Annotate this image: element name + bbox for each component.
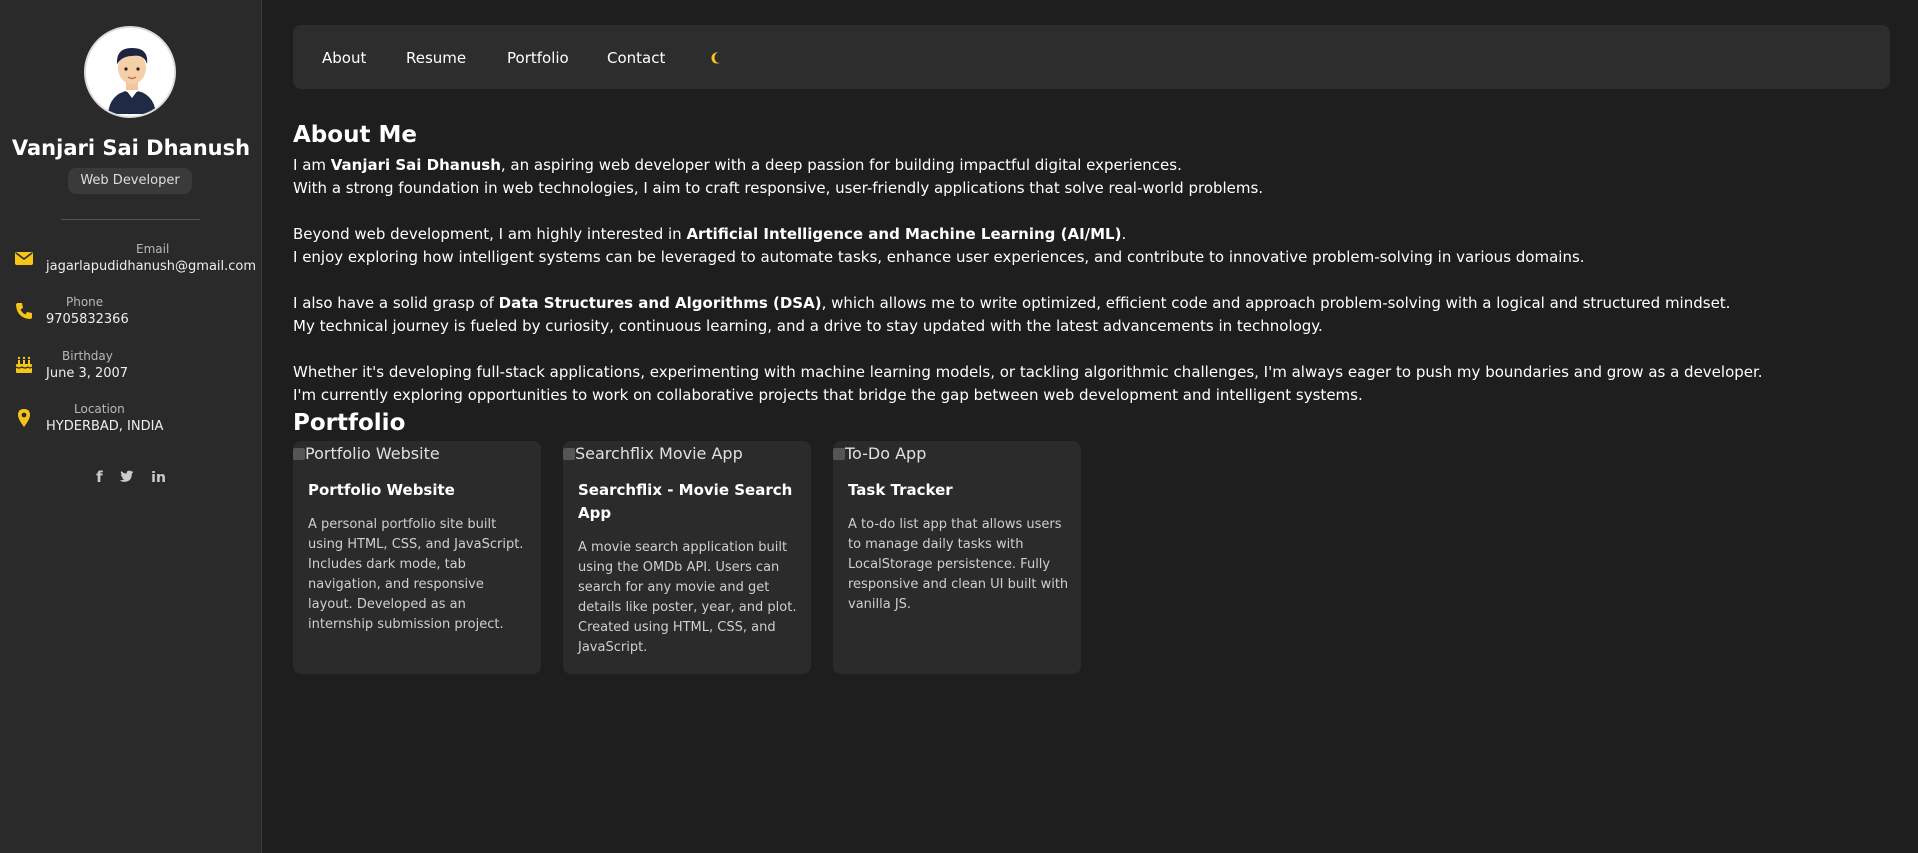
top-nav: About Resume Portfolio Contact xyxy=(293,25,1890,89)
sidebar: Vanjari Sai Dhanush Web Developer Email … xyxy=(0,0,262,853)
location-pin-icon xyxy=(18,409,30,427)
project-card[interactable]: To-Do App Task Tracker A to-do list app … xyxy=(833,441,1081,674)
role-badge: Web Developer xyxy=(68,168,192,194)
tab-portfolio[interactable]: Portfolio xyxy=(507,49,569,67)
profile-name: Vanjari Sai Dhanush xyxy=(11,136,251,160)
facebook-icon[interactable]: f xyxy=(96,468,103,486)
about-paragraph-line: Beyond web development, I am highly inte… xyxy=(293,225,1126,243)
about-paragraph-line: I'm currently exploring opportunities to… xyxy=(293,386,1363,404)
moon-icon[interactable] xyxy=(707,50,723,66)
social-links: f in xyxy=(0,468,262,486)
location-label: Location xyxy=(74,402,125,416)
birthday-value: June 3, 2007 xyxy=(46,366,129,381)
text: . xyxy=(1121,225,1127,243)
contact-email: Email jagarlapudidhanush@gmail.com xyxy=(0,242,262,286)
highlight-name: Vanjari Sai Dhanush xyxy=(330,156,501,174)
project-title: Searchflix - Movie Search App xyxy=(578,481,793,522)
project-description: A personal portfolio site built using HT… xyxy=(308,517,524,632)
text: I am xyxy=(293,156,331,174)
tab-about[interactable]: About xyxy=(322,49,366,67)
tab-resume[interactable]: Resume xyxy=(406,49,466,67)
about-paragraph-line: I enjoy exploring how intelligent system… xyxy=(293,248,1585,266)
phone-label: Phone xyxy=(66,295,104,309)
text: I also have a solid grasp of xyxy=(293,294,499,312)
about-paragraph-line: With a strong foundation in web technolo… xyxy=(293,179,1264,197)
portfolio-heading: Portfolio xyxy=(293,410,406,436)
text: Beyond web development, I am highly inte… xyxy=(293,225,687,243)
project-card[interactable]: Searchflix Movie App Searchflix - Movie … xyxy=(563,441,811,674)
project-image: To-Do App xyxy=(833,444,926,463)
linkedin-icon[interactable]: in xyxy=(151,470,166,486)
highlight-ai-ml: Artificial Intelligence and Machine Lear… xyxy=(686,225,1122,243)
cake-icon xyxy=(15,356,33,373)
project-title: Portfolio Website xyxy=(308,481,455,499)
contact-phone: Phone 9705832366 xyxy=(0,295,262,339)
text: , an aspiring web developer with a deep … xyxy=(500,156,1182,174)
location-value: HYDERBAD, INDIA xyxy=(46,419,164,434)
tab-contact[interactable]: Contact xyxy=(607,49,665,67)
birthday-label: Birthday xyxy=(62,349,113,363)
project-card[interactable]: Portfolio Website Portfolio Website A pe… xyxy=(293,441,541,674)
text: , which allows me to write optimized, ef… xyxy=(821,294,1731,312)
project-image: Searchflix Movie App xyxy=(563,444,743,463)
project-description: A to-do list app that allows users to ma… xyxy=(848,517,1069,612)
phone-icon xyxy=(16,303,32,319)
about-paragraph-line: Whether it's developing full-stack appli… xyxy=(293,363,1763,381)
about-paragraph-line: I am Vanjari Sai Dhanush, an aspiring we… xyxy=(293,156,1182,174)
about-paragraph-line: My technical journey is fueled by curios… xyxy=(293,317,1323,335)
phone-value[interactable]: 9705832366 xyxy=(46,312,129,327)
email-label: Email xyxy=(136,242,170,256)
highlight-dsa: Data Structures and Algorithms (DSA) xyxy=(498,294,822,312)
about-heading: About Me xyxy=(293,122,417,148)
divider xyxy=(61,219,200,220)
project-image: Portfolio Website xyxy=(293,444,440,463)
project-description: A movie search application built using t… xyxy=(578,540,797,655)
contact-location: Location HYDERBAD, INDIA xyxy=(0,402,262,446)
twitter-icon[interactable] xyxy=(119,468,134,486)
project-title: Task Tracker xyxy=(848,481,953,499)
contact-birthday: Birthday June 3, 2007 xyxy=(0,349,262,393)
avatar xyxy=(84,26,176,118)
envelope-icon xyxy=(15,252,33,265)
email-value[interactable]: jagarlapudidhanush@gmail.com xyxy=(46,259,256,274)
about-paragraph-line: I also have a solid grasp of Data Struct… xyxy=(293,294,1730,312)
